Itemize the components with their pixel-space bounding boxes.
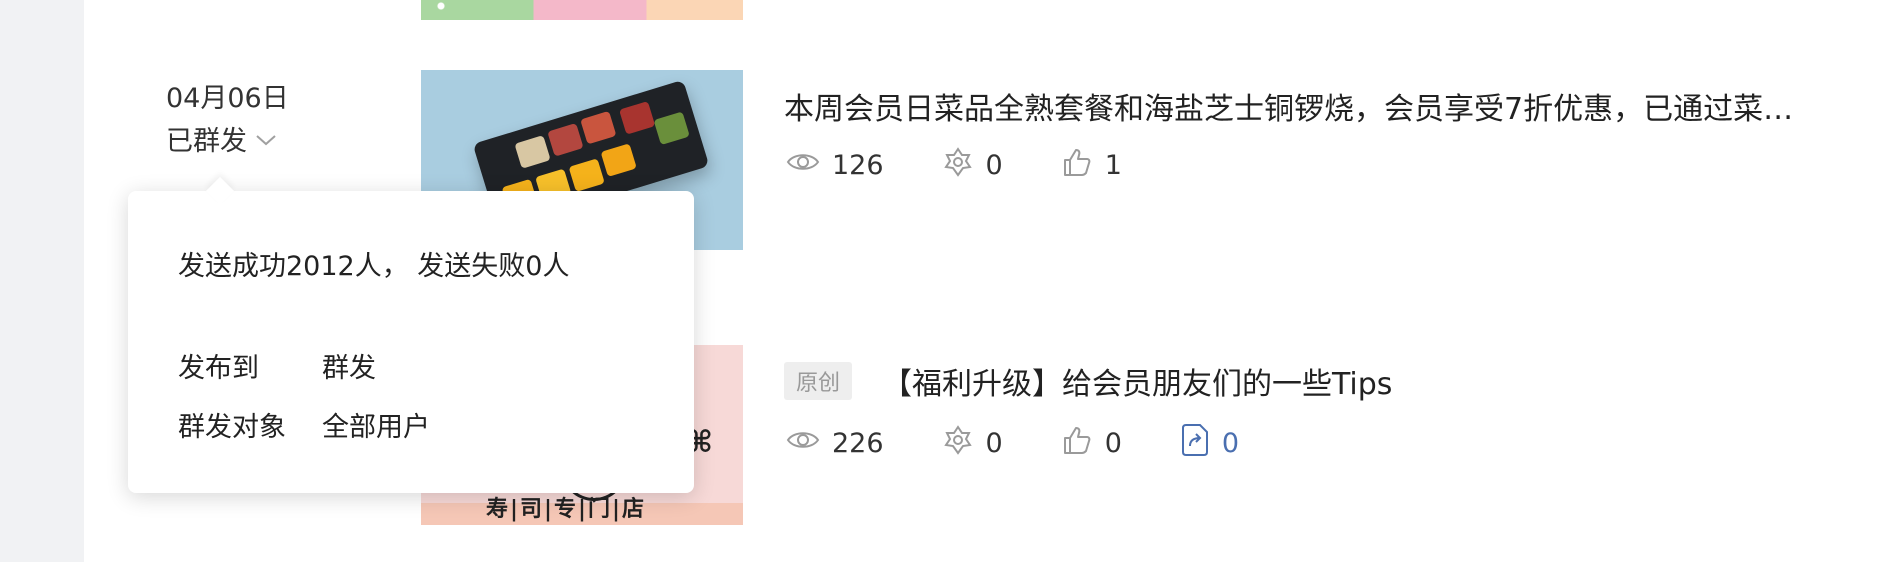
article-stats: 226 0 0 0 <box>786 422 1297 465</box>
left-gutter <box>0 0 84 562</box>
favorite-icon <box>942 424 974 463</box>
publish-to-label: 发布到 <box>178 353 259 384</box>
views-stat: 126 <box>786 150 884 181</box>
send-result-popover: 发送成功2012人， 发送失败0人 发布到 群发 群发对象 全部用户 <box>128 176 694 493</box>
views-stat: 226 <box>786 428 884 459</box>
favorites-count: 0 <box>985 150 1003 181</box>
favorites-stat: 0 <box>942 146 1003 185</box>
original-badge: 原创 <box>784 362 853 400</box>
audience-row: 群发对象 全部用户 <box>178 405 430 444</box>
article-title-text: 【福利升级】给会员朋友们的一些Tips <box>882 367 1393 402</box>
views-count: 126 <box>832 150 884 181</box>
eye-icon <box>786 150 820 181</box>
publish-to-value: 群发 <box>322 353 376 384</box>
previous-article-thumbnail[interactable] <box>421 0 743 20</box>
thumbnail-sign-text: 寿|司|专|门|店 <box>486 496 647 522</box>
article-date: 04月06日 <box>166 83 289 114</box>
thumbs-up-icon <box>1061 146 1093 185</box>
favorites-count: 0 <box>985 428 1003 459</box>
chevron-down-icon <box>255 123 277 154</box>
favorites-stat: 0 <box>942 424 1003 463</box>
article-title[interactable]: 原创 【福利升级】给会员朋友们的一些Tips <box>784 359 1392 403</box>
article-stats: 126 0 1 <box>786 146 1180 185</box>
likes-count: 1 <box>1104 150 1122 181</box>
publish-to-row: 发布到 群发 <box>178 346 376 385</box>
favorite-icon <box>942 146 974 185</box>
send-result-summary: 发送成功2012人， 发送失败0人 <box>178 251 570 282</box>
audience-value: 全部用户 <box>322 412 430 443</box>
thumbs-up-icon <box>1061 424 1093 463</box>
views-count: 226 <box>832 428 884 459</box>
likes-stat: 1 <box>1061 146 1122 185</box>
likes-stat: 0 <box>1061 424 1122 463</box>
likes-count: 0 <box>1104 428 1122 459</box>
eye-icon <box>786 428 820 459</box>
send-status-label: 已群发 <box>166 126 247 157</box>
send-status-dropdown[interactable]: 已群发 <box>166 119 277 158</box>
shares-count: 0 <box>1221 428 1240 459</box>
article-title[interactable]: 本周会员日菜品全熟套餐和海盐芝士铜锣烧，会员享受7折优惠，已通过菜… <box>784 84 1854 128</box>
shares-stat[interactable]: 0 <box>1180 422 1239 465</box>
popover-arrow <box>205 176 235 206</box>
audience-label: 群发对象 <box>178 412 286 443</box>
share-icon <box>1180 422 1210 465</box>
